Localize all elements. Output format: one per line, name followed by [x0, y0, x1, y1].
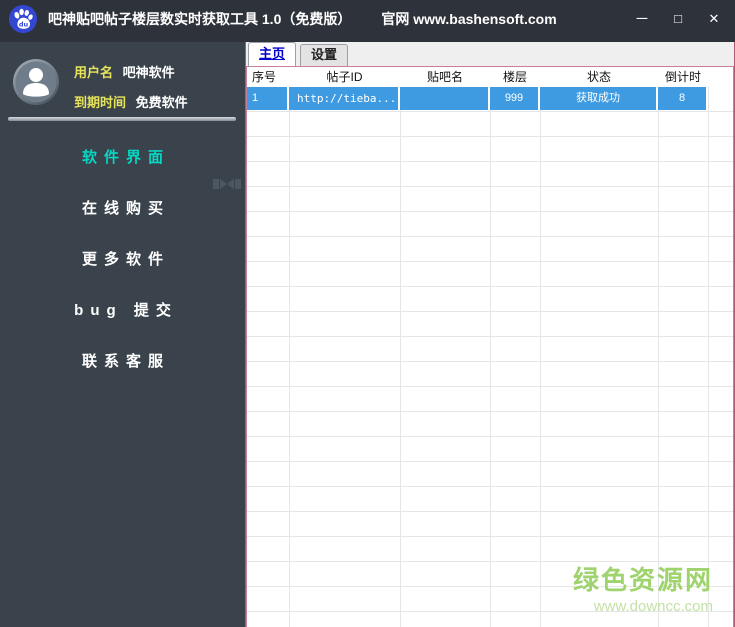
- column-header-spacer: [708, 67, 733, 87]
- column-header-bar-name[interactable]: 贴吧名: [400, 67, 490, 87]
- baidu-paw-icon: du: [8, 4, 38, 34]
- sidebar-item-label: 软件界面: [81, 149, 170, 166]
- app-window: du 吧神贴吧帖子楼层数实时获取工具 1.0（免费版） 官网 www.bashe…: [0, 0, 735, 627]
- column-header-post-id[interactable]: 帖子ID: [289, 67, 400, 87]
- window-controls: ─ □ ✕: [631, 9, 725, 29]
- sidebar-item-buy-online[interactable]: 在线购买: [0, 183, 245, 234]
- column-header-countdown[interactable]: 倒计时: [658, 67, 708, 87]
- grid-line: [289, 87, 290, 627]
- grid-line: [540, 87, 541, 627]
- expire-label: 到期时间: [74, 95, 127, 110]
- sidebar-item-label: bug 提交: [74, 302, 178, 319]
- sidebar-item-bug-report[interactable]: bug 提交: [0, 285, 245, 336]
- cell-status[interactable]: 获取成功: [540, 87, 658, 110]
- close-button[interactable]: ✕: [703, 9, 725, 29]
- sidebar-item-label: 更多软件: [81, 251, 170, 268]
- sidebar-item-label: 联系客服: [81, 353, 170, 370]
- column-header-floor[interactable]: 楼层: [490, 67, 540, 87]
- username-value: 吧神软件: [122, 65, 175, 80]
- sidebar-item-label: 在线购买: [81, 200, 170, 217]
- table-row[interactable]: 1 http://tieba.... 999 获取成功 8: [247, 87, 708, 112]
- cell-post-id[interactable]: http://tieba....: [289, 87, 400, 110]
- sidebar: 用户名 吧神软件 到期时间 免费软件 软件界面 在线购买 更多软件 bug 提交…: [0, 42, 245, 627]
- titlebar: du 吧神贴吧帖子楼层数实时获取工具 1.0（免费版） 官网 www.bashe…: [0, 0, 735, 42]
- user-info-row: 用户名 吧神软件 到期时间 免费软件: [12, 58, 237, 122]
- column-header-status[interactable]: 状态: [540, 67, 658, 87]
- cell-index[interactable]: 1: [247, 87, 289, 110]
- tab-bar: 主页 设置: [246, 42, 734, 66]
- user-silhouette-icon[interactable]: [12, 58, 60, 106]
- cell-countdown[interactable]: 8: [658, 87, 708, 110]
- app-title: 吧神贴吧帖子楼层数实时获取工具 1.0（免费版）: [48, 11, 352, 27]
- posts-table: 序号 帖子ID 贴吧名 楼层 状态 倒计时 1 http://tieba....: [246, 66, 734, 627]
- active-item-indicator-icon: [213, 160, 241, 189]
- svg-text:du: du: [19, 21, 29, 29]
- sidebar-menu: 软件界面 在线购买 更多软件 bug 提交 联系客服: [0, 132, 245, 387]
- minimize-button[interactable]: ─: [631, 9, 653, 29]
- cell-floor[interactable]: 999: [490, 87, 540, 110]
- sidebar-item-more-software[interactable]: 更多软件: [0, 234, 245, 285]
- table-body[interactable]: 1 http://tieba.... 999 获取成功 8: [247, 87, 733, 627]
- user-info: 用户名 吧神软件 到期时间 免费软件: [74, 58, 188, 122]
- tab-home[interactable]: 主页: [248, 42, 296, 66]
- cell-bar-name[interactable]: [400, 87, 490, 110]
- sidebar-divider: [8, 117, 236, 121]
- table-header: 序号 帖子ID 贴吧名 楼层 状态 倒计时: [247, 67, 733, 87]
- tab-settings[interactable]: 设置: [300, 44, 348, 66]
- official-site-link[interactable]: 官网 www.bashensoft.com: [381, 9, 556, 29]
- grid-line: [400, 87, 401, 627]
- expire-line: 到期时间 免费软件: [74, 92, 188, 111]
- maximize-button[interactable]: □: [667, 9, 689, 29]
- grid-line: [708, 87, 709, 627]
- username-label: 用户名: [74, 65, 114, 80]
- column-header-index[interactable]: 序号: [247, 67, 289, 87]
- sidebar-item-contact-support[interactable]: 联系客服: [0, 336, 245, 387]
- sidebar-item-software-ui[interactable]: 软件界面: [0, 132, 245, 189]
- grid-line: [490, 87, 491, 627]
- main-panel: 主页 设置 序号 帖子ID 贴吧名 楼层 状态 倒计时 1 http://tie…: [245, 42, 735, 627]
- username-line: 用户名 吧神软件: [74, 62, 188, 81]
- expire-value: 免费软件: [135, 95, 188, 110]
- grid-line: [658, 87, 659, 627]
